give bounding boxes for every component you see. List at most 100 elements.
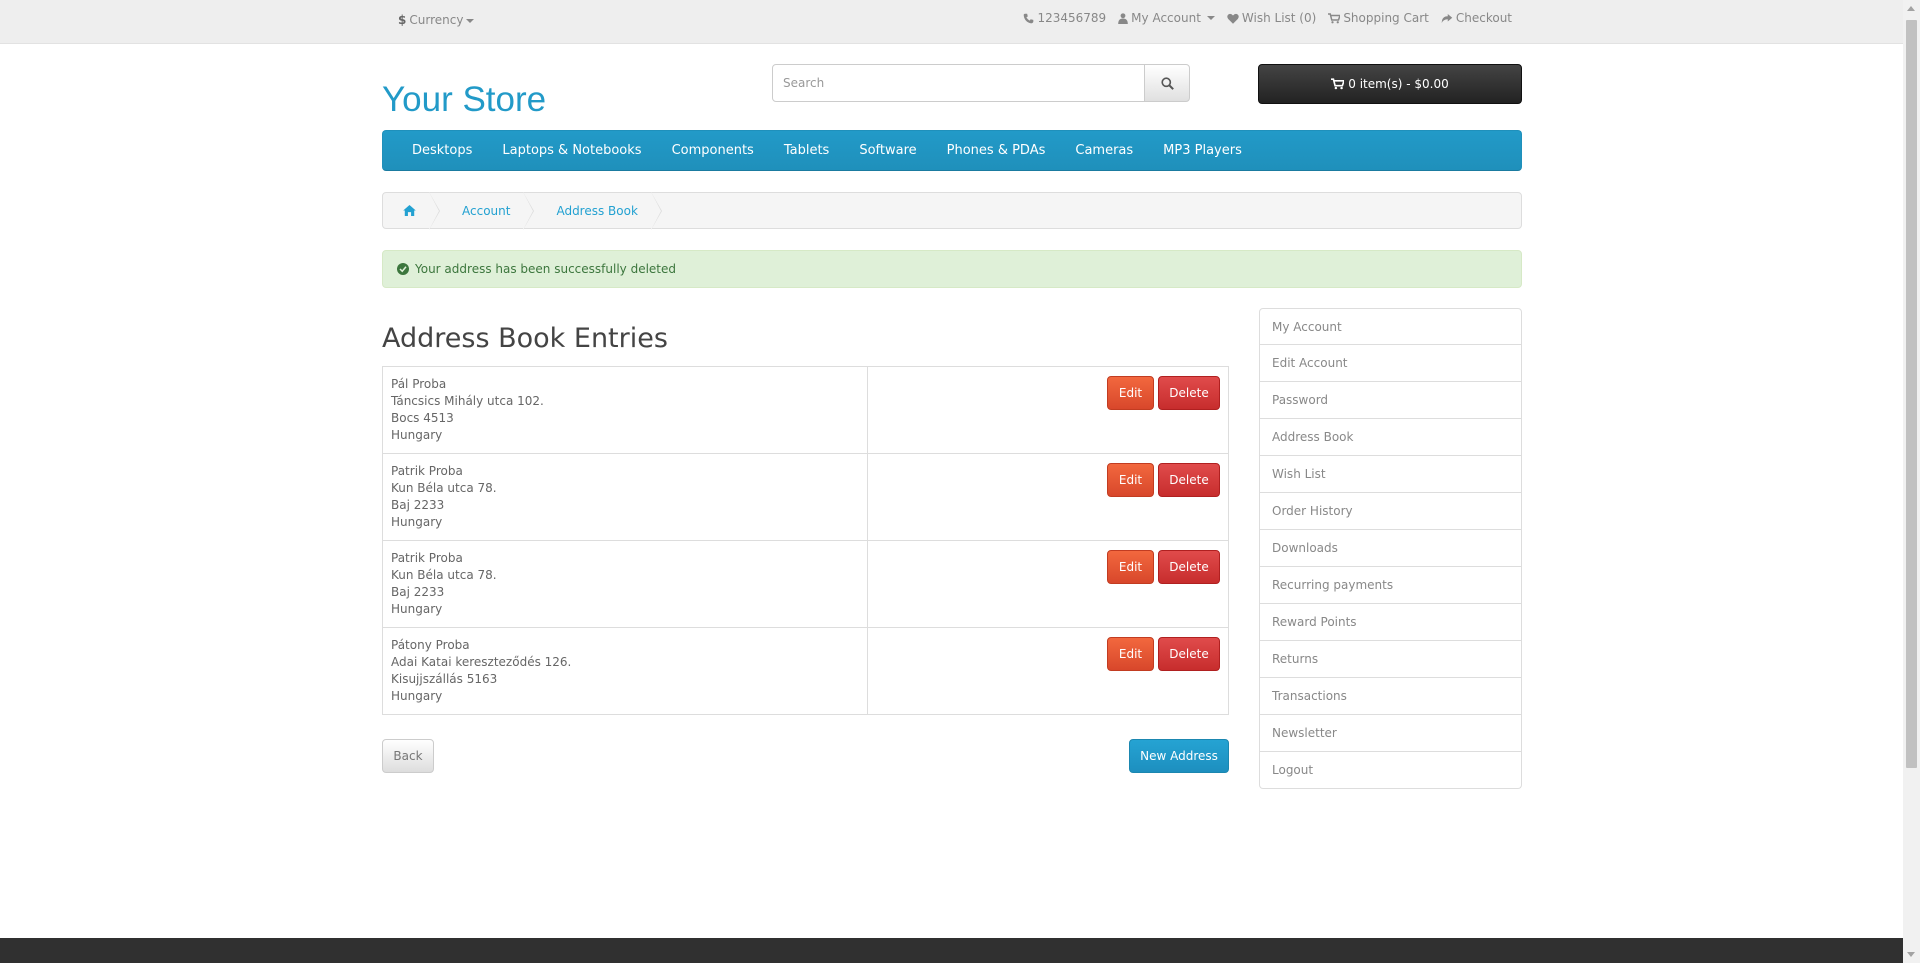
sidebar-item-transactions[interactable]: Transactions [1259, 678, 1522, 715]
address-street: Táncsics Mihály utca 102. [391, 394, 544, 408]
sidebar-item-order-history[interactable]: Order History [1259, 493, 1522, 530]
cart-summary: 0 item(s) - $0.00 [1348, 77, 1449, 91]
delete-button[interactable]: Delete [1158, 550, 1220, 584]
delete-button[interactable]: Delete [1158, 463, 1220, 497]
sidebar-item-reward-points[interactable]: Reward Points [1259, 604, 1522, 641]
address-cell: Patrik Proba Kun Béla utca 78. Baj 2233 … [382, 453, 868, 541]
edit-button[interactable]: Edit [1107, 637, 1154, 671]
sidebar-item-returns[interactable]: Returns [1259, 641, 1522, 678]
caret-down-icon [466, 18, 475, 23]
top-bar: $ Currency 123456789 My Account Wish List… [0, 0, 1903, 44]
phone-link[interactable]: 123456789 [1023, 11, 1106, 25]
breadcrumb: Account Address Book [382, 192, 1522, 230]
caret-down-icon [1206, 16, 1215, 20]
address-name: Pál Proba [391, 377, 447, 391]
address-name: Patrik Proba [391, 464, 463, 478]
success-alert: Your address has been successfully delet… [382, 250, 1522, 288]
main-menu: Desktops Laptops & Notebooks Components … [382, 130, 1522, 171]
currency-dropdown[interactable]: $ Currency [398, 13, 475, 27]
address-table: Pál Proba Táncsics Mihály utca 102. Bocs… [382, 366, 1229, 715]
address-cell: Pátony Proba Adai Katai kereszteződés 12… [382, 627, 868, 715]
table-row: Patrik Proba Kun Béla utca 78. Baj 2233 … [382, 540, 1229, 628]
checkout-link[interactable]: Checkout [1441, 11, 1512, 25]
my-account-label: My Account [1131, 11, 1201, 25]
currency-label: Currency [409, 13, 464, 27]
sidebar-item-wish-list[interactable]: Wish List [1259, 456, 1522, 493]
menu-item-desktops[interactable]: Desktops [397, 143, 487, 158]
search-button[interactable] [1144, 64, 1190, 102]
sidebar-item-edit-account[interactable]: Edit Account [1259, 345, 1522, 382]
search-input[interactable] [772, 64, 1145, 102]
breadcrumb-address-book-label: Address Book [556, 203, 638, 218]
delete-button[interactable]: Delete [1158, 637, 1220, 671]
address-street: Adai Katai kereszteződés 126. [391, 655, 572, 669]
scrollbar-thumb[interactable] [1906, 20, 1917, 768]
menu-item-tablets[interactable]: Tablets [769, 143, 845, 158]
menu-item-cameras[interactable]: Cameras [1060, 143, 1148, 158]
page: $ Currency 123456789 My Account Wish List… [0, 0, 1903, 963]
sidebar-item-newsletter[interactable]: Newsletter [1259, 715, 1522, 752]
menu-item-software[interactable]: Software [844, 143, 931, 158]
address-cell: Pál Proba Táncsics Mihály utca 102. Bocs… [382, 366, 868, 454]
edit-button[interactable]: Edit [1107, 376, 1154, 410]
table-row: Patrik Proba Kun Béla utca 78. Baj 2233 … [382, 453, 1229, 541]
address-country: Hungary [391, 515, 443, 529]
search-box [772, 64, 1190, 102]
wish-list-label: Wish List (0) [1241, 11, 1317, 25]
menu-item-mp3-players[interactable]: MP3 Players [1148, 143, 1257, 158]
phone-icon [1024, 13, 1034, 23]
sidebar-item-my-account[interactable]: My Account [1259, 308, 1522, 345]
actions-cell: Edit Delete [867, 627, 1229, 715]
address-name: Patrik Proba [391, 551, 463, 565]
sidebar-item-recurring-payments[interactable]: Recurring payments [1259, 567, 1522, 604]
address-cell: Patrik Proba Kun Béla utca 78. Baj 2233 … [382, 540, 868, 628]
table-row: Pátony Proba Adai Katai kereszteződés 12… [382, 627, 1229, 715]
menu-item-components[interactable]: Components [657, 143, 769, 158]
actions-cell: Edit Delete [867, 366, 1229, 454]
scroll-up-icon[interactable] [1907, 6, 1915, 11]
breadcrumb-home[interactable] [383, 192, 440, 230]
share-icon [1441, 13, 1453, 23]
address-city: Baj 2233 [391, 585, 445, 599]
breadcrumb-account[interactable]: Account [438, 192, 535, 230]
address-city: Bocs 4513 [391, 411, 454, 425]
scroll-down-icon[interactable] [1907, 952, 1915, 957]
user-icon [1118, 12, 1128, 24]
home-icon [403, 205, 416, 216]
my-account-dropdown[interactable]: My Account [1118, 11, 1215, 25]
shopping-cart-link[interactable]: Shopping Cart [1328, 11, 1429, 25]
sidebar-item-logout[interactable]: Logout [1259, 752, 1522, 789]
checkout-label: Checkout [1455, 11, 1512, 25]
address-street: Kun Béla utca 78. [391, 568, 497, 582]
address-name: Pátony Proba [391, 638, 470, 652]
sidebar-item-downloads[interactable]: Downloads [1259, 530, 1522, 567]
cart-button[interactable]: 0 item(s) - $0.00 [1258, 64, 1522, 104]
shopping-cart-label: Shopping Cart [1343, 11, 1429, 25]
page-title: Address Book Entries [382, 323, 668, 354]
table-row: Pál Proba Táncsics Mihály utca 102. Bocs… [382, 366, 1229, 454]
wish-list-link[interactable]: Wish List (0) [1227, 11, 1316, 25]
breadcrumb-account-label: Account [462, 203, 511, 218]
breadcrumb-address-book[interactable]: Address Book [532, 192, 663, 230]
delete-button[interactable]: Delete [1158, 376, 1220, 410]
new-address-button[interactable]: New Address [1129, 739, 1229, 773]
back-button[interactable]: Back [382, 739, 434, 773]
menu-item-phones-pdas[interactable]: Phones & PDAs [932, 143, 1061, 158]
address-country: Hungary [391, 602, 443, 616]
alert-message: Your address has been successfully delet… [415, 262, 676, 276]
search-icon [1160, 76, 1174, 90]
actions-cell: Edit Delete [867, 453, 1229, 541]
edit-button[interactable]: Edit [1107, 550, 1154, 584]
edit-button[interactable]: Edit [1107, 463, 1154, 497]
store-logo[interactable]: Your Store [382, 80, 546, 120]
address-city: Kisujjszállás 5163 [391, 672, 498, 686]
menu-item-laptops-notebooks[interactable]: Laptops & Notebooks [487, 143, 656, 158]
sidebar-item-address-book[interactable]: Address Book [1259, 419, 1522, 456]
address-country: Hungary [391, 428, 443, 442]
currency-symbol: $ [398, 13, 407, 27]
phone-number: 123456789 [1037, 11, 1107, 25]
vertical-scrollbar[interactable] [1903, 0, 1920, 963]
actions-cell: Edit Delete [867, 540, 1229, 628]
address-country: Hungary [391, 689, 443, 703]
sidebar-item-password[interactable]: Password [1259, 382, 1522, 419]
